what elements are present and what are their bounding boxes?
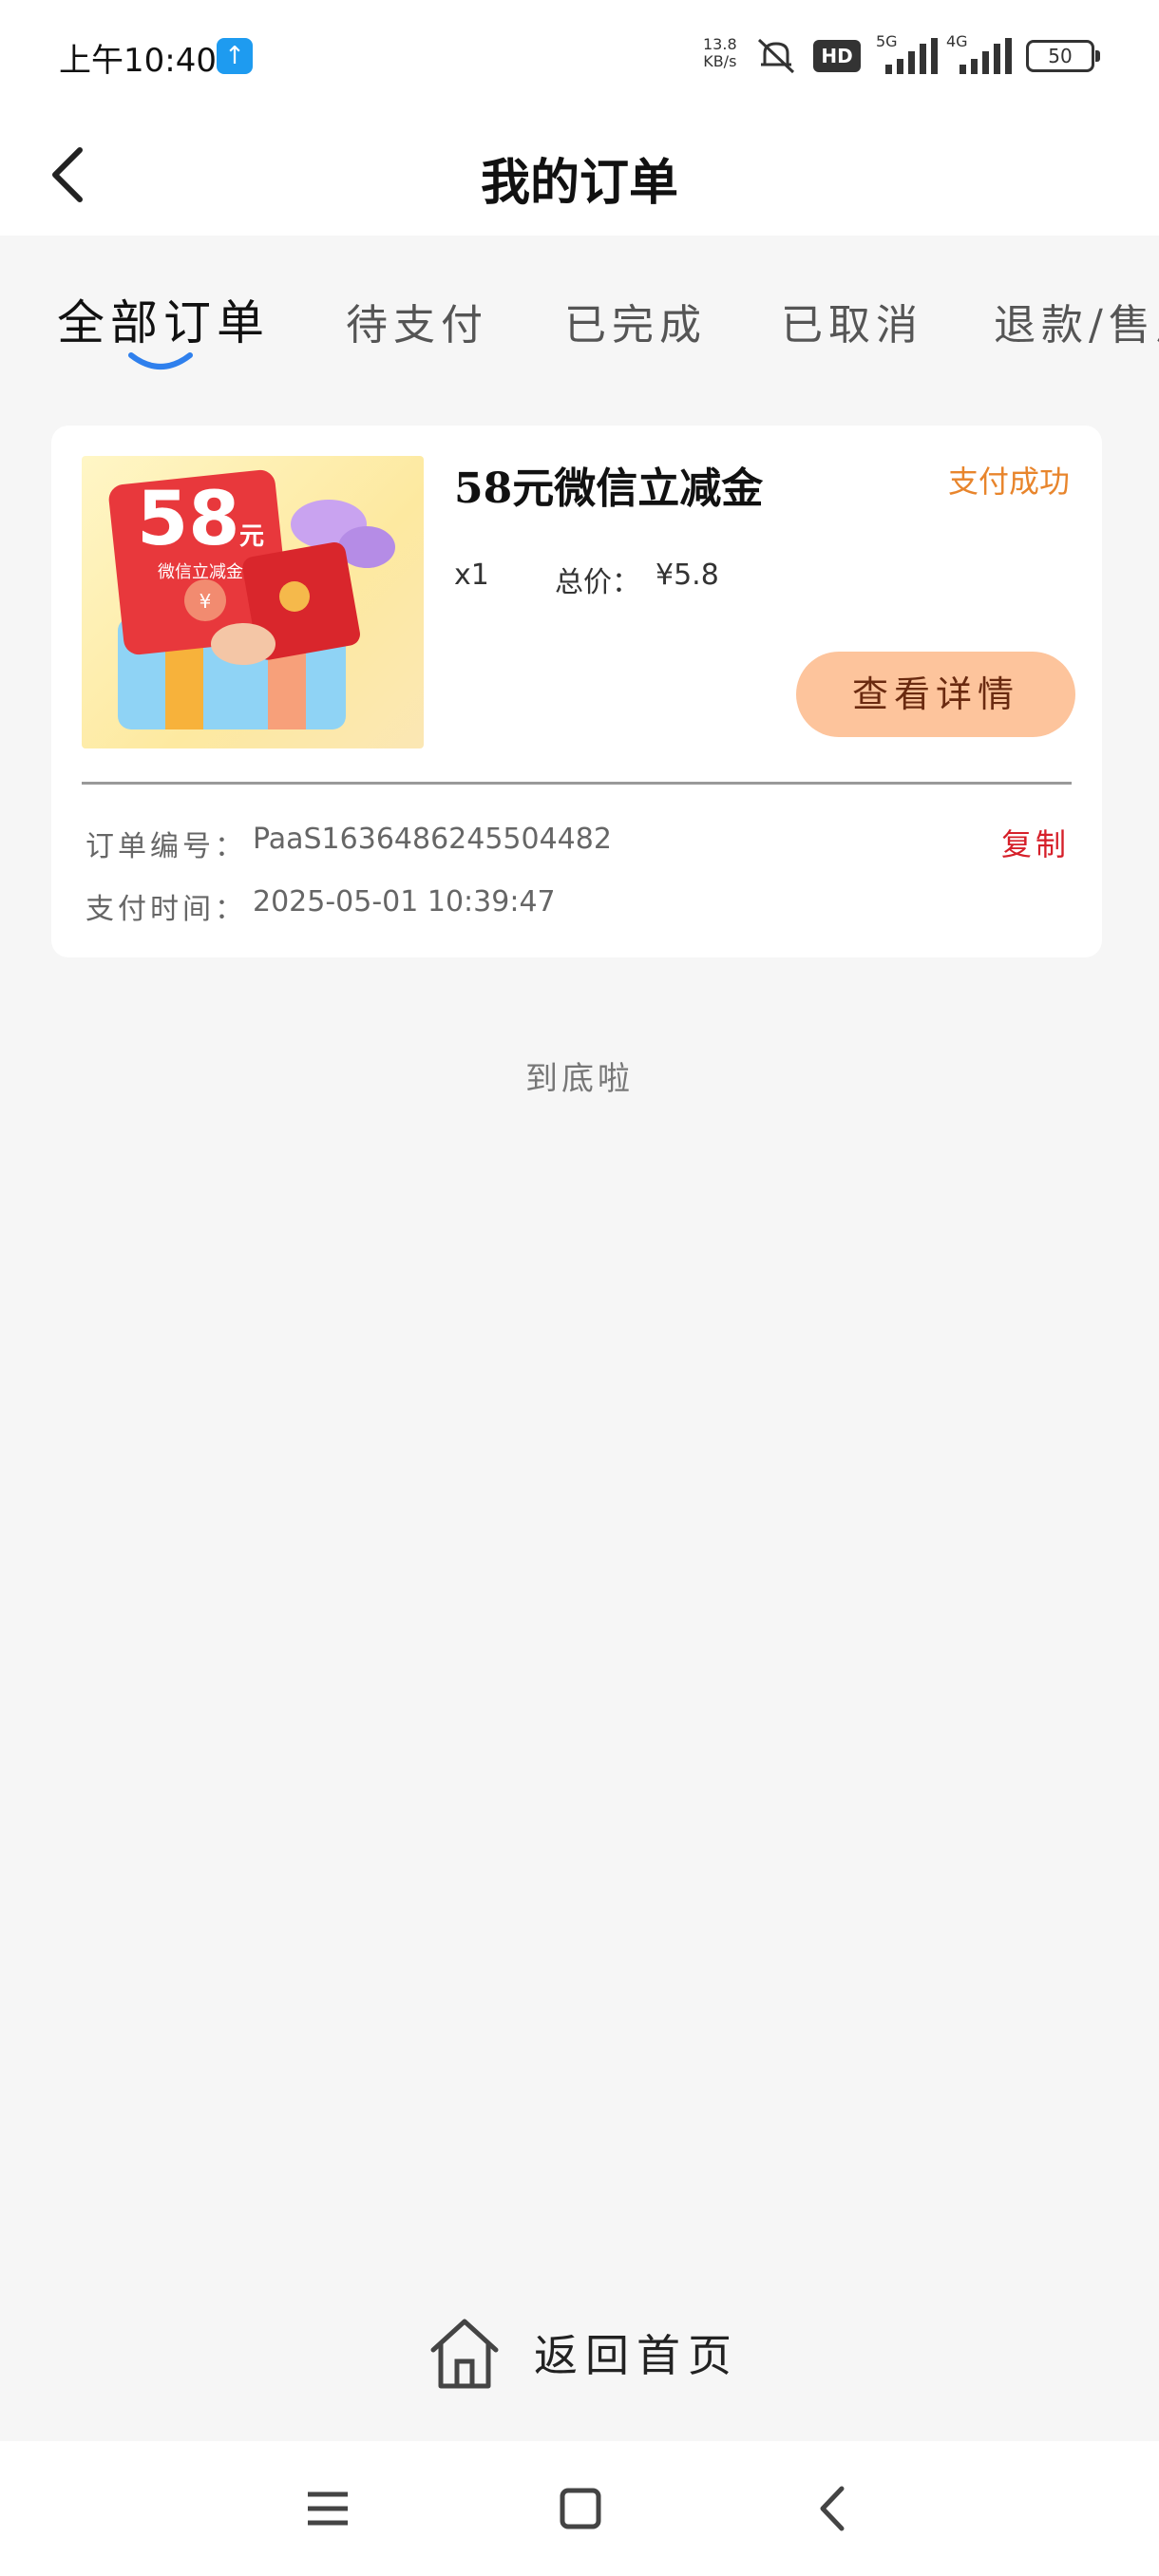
tab-all-orders[interactable]: 全部订单 [57, 285, 270, 353]
thumbnail-unit: 元 [239, 522, 265, 551]
total-price: ¥5.8 [656, 559, 719, 592]
signal-icon [885, 38, 938, 74]
back-to-home-label: 返回首页 [534, 2330, 739, 2381]
product-thumbnail: ¥ 58 元 微信立减金 [82, 456, 424, 748]
tab-completed[interactable]: 已完成 [564, 291, 707, 351]
page-title: 我的订单 [480, 154, 678, 212]
tab-refund-aftersale[interactable]: 退款/售后 [994, 291, 1159, 351]
mute-icon [757, 38, 795, 74]
tab-cancelled[interactable]: 已取消 [781, 291, 923, 351]
product-name: 58元微信立减金 [454, 464, 764, 513]
svg-text:¥: ¥ [200, 590, 212, 613]
order-tabs: 全部订单 待支付 已完成 已取消 退款/售后 [0, 236, 1159, 388]
quantity: x1 [454, 559, 489, 592]
tab-pending-payment[interactable]: 待支付 [346, 291, 488, 351]
status-bar: 上午10:40 ↑ 13.8 KB/s HD 5G 4G 50 [0, 0, 1159, 114]
order-number: PaaS1636486245504482 [253, 823, 612, 856]
net-speed-value: 13.8 [703, 35, 737, 53]
pay-time-label: 支付时间： [86, 893, 247, 926]
header: 我的订单 [0, 114, 1159, 236]
thumbnail-amount: 58 [137, 477, 240, 562]
pay-time: 2025-05-01 10:39:47 [253, 885, 556, 919]
signal-icon-2 [960, 38, 1012, 74]
system-navigation-bar [0, 2441, 1159, 2576]
order-number-label: 订单编号： [86, 830, 247, 863]
menu-icon[interactable] [294, 2475, 361, 2542]
copy-button[interactable]: 复制 [1001, 821, 1070, 864]
net-speed: 13.8 KB/s [703, 36, 737, 70]
order-card[interactable]: ¥ 58 元 微信立减金 58元微信立减金 支付成功 x1 总价： ¥5.8 查… [51, 426, 1102, 957]
home-square-icon[interactable] [547, 2475, 614, 2542]
home-icon [430, 2319, 499, 2389]
total-label: 总价： [555, 566, 640, 599]
battery-icon: 50 [1026, 40, 1100, 72]
tab-active-indicator [128, 352, 193, 369]
order-status: 支付成功 [947, 464, 1070, 500]
status-time: 上午10:40 [59, 42, 217, 80]
card-divider [82, 782, 1072, 785]
end-of-list-text: 到底啦 [525, 1060, 634, 1098]
upload-icon: ↑ [217, 38, 253, 74]
back-to-home-bar[interactable]: 返回首页 [0, 2280, 1159, 2441]
view-details-button[interactable]: 查看详情 [796, 652, 1075, 737]
gift-box-illustration: ¥ [108, 469, 395, 729]
thumbnail-caption: 微信立减金 [158, 562, 243, 582]
back-nav-icon[interactable] [800, 2475, 866, 2542]
hd-badge: HD [813, 40, 861, 72]
net-speed-unit: KB/s [703, 52, 737, 70]
